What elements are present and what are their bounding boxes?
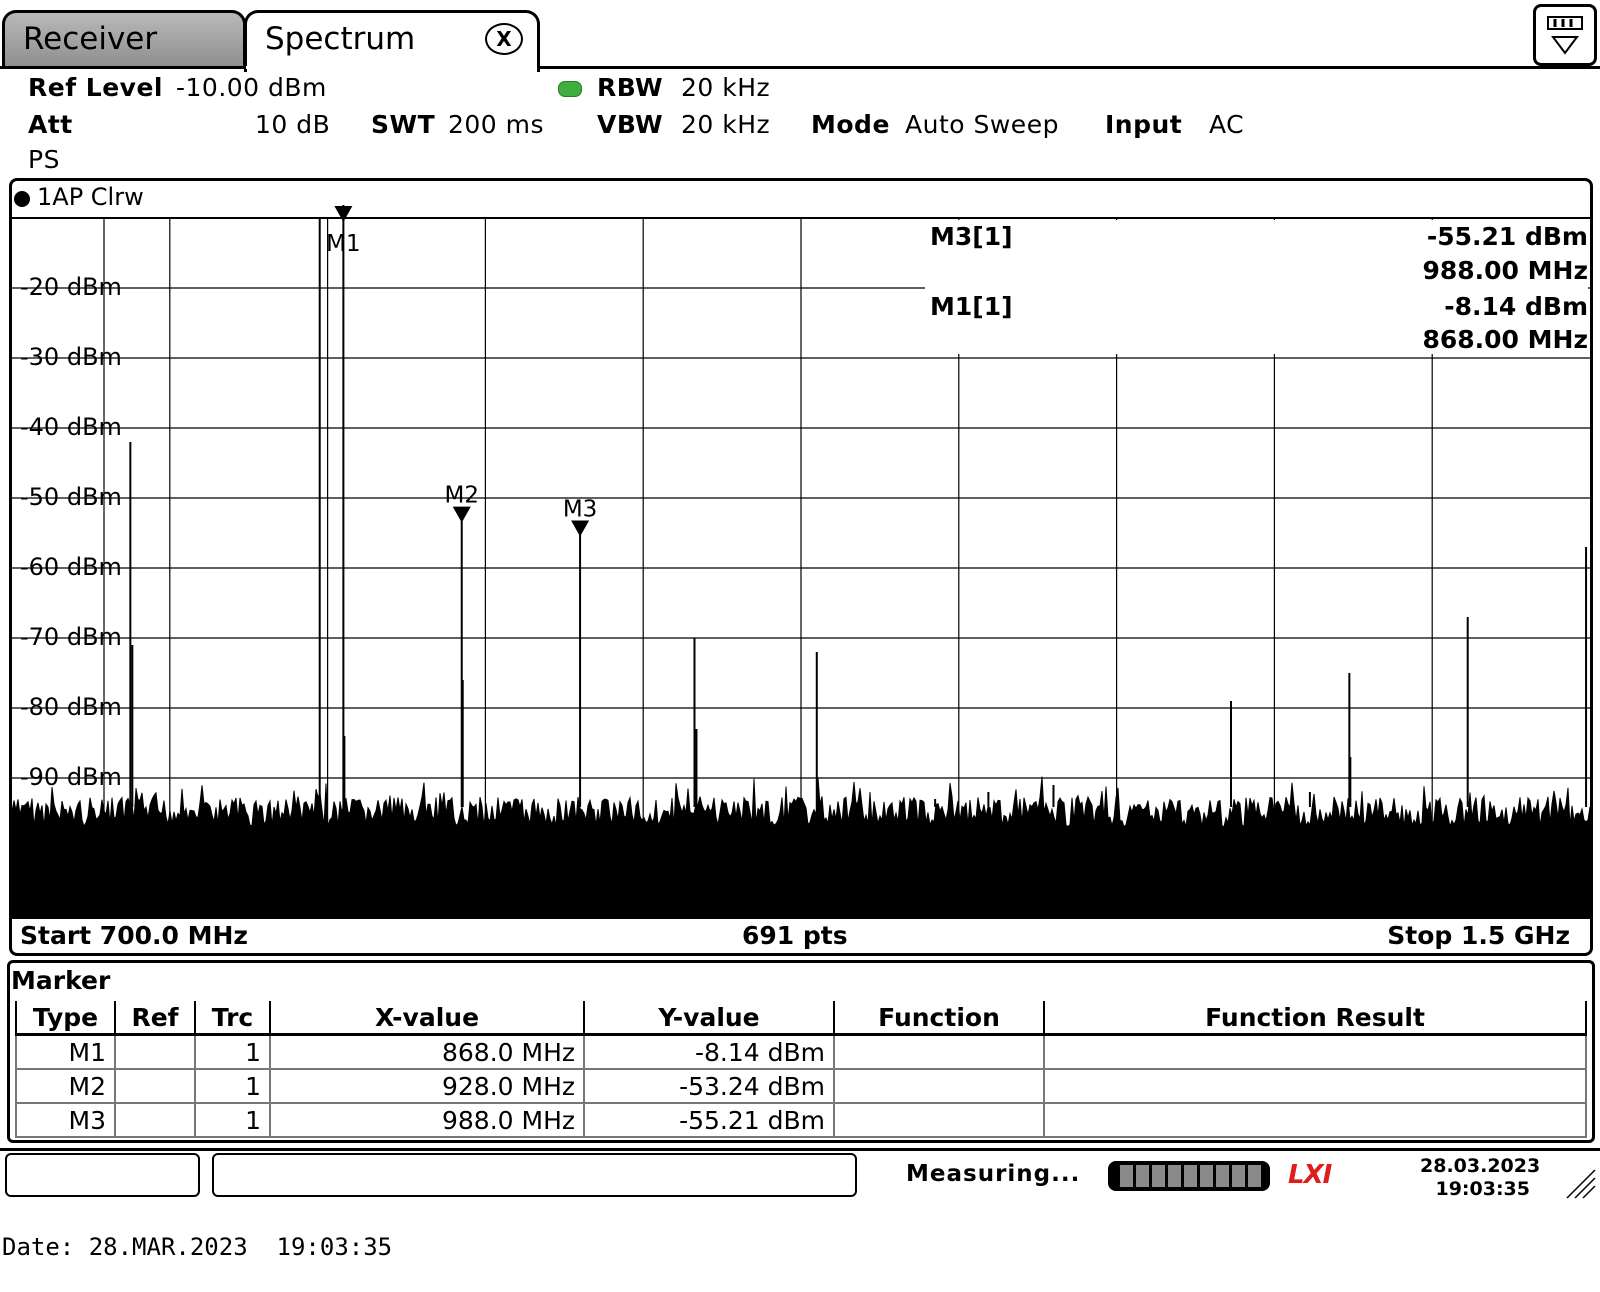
progress-segment: [1120, 1165, 1133, 1187]
table-row[interactable]: M3 1 988.0 MHz -55.21 dBm: [15, 1102, 1587, 1138]
col-header-trc: Trc: [194, 1001, 271, 1036]
marker-info-level: -55.21 dBm: [1426, 222, 1588, 251]
progress-segment: [1248, 1165, 1261, 1187]
table-row[interactable]: M2 1 928.0 MHz -53.24 dBm: [15, 1068, 1587, 1104]
y-tick-label: -30 dBm: [20, 343, 122, 371]
cell-function: [833, 1033, 1045, 1070]
status-time: 19:03:35: [1435, 1178, 1530, 1200]
marker-table: Type Ref Trc X-value Y-value Function Fu…: [15, 1001, 1587, 1138]
cell-x-value: 928.0 MHz: [269, 1068, 585, 1104]
col-header-ref: Ref: [114, 1001, 196, 1036]
cell-function: [833, 1068, 1045, 1104]
cell-trc: 1: [194, 1102, 271, 1138]
sweep-points[interactable]: 691 pts: [742, 921, 848, 950]
cell-type: M2: [15, 1068, 116, 1104]
col-header-function-result: Function Result: [1043, 1001, 1587, 1036]
cell-function: [833, 1102, 1045, 1138]
table-row[interactable]: M1 1 868.0 MHz -8.14 dBm: [15, 1033, 1587, 1070]
start-frequency[interactable]: Start 700.0 MHz: [20, 921, 248, 950]
marker-m3-label: M3: [563, 496, 597, 522]
marker-m2-label: M2: [444, 483, 478, 509]
lxi-logo: LXI: [1288, 1160, 1332, 1190]
marker-info-freq: 988.00 MHz: [1422, 256, 1588, 285]
progress-segment: [1168, 1165, 1181, 1187]
cell-type: M1: [15, 1033, 116, 1070]
marker-m3-icon: [571, 520, 590, 537]
cell-ref: [114, 1033, 196, 1070]
marker-info-name: M1[1]: [930, 292, 1013, 321]
cell-y-value: -55.21 dBm: [583, 1102, 835, 1138]
cell-y-value: -53.24 dBm: [583, 1068, 835, 1104]
marker-info-freq: 868.00 MHz: [1422, 325, 1588, 354]
cell-y-value: -8.14 dBm: [583, 1033, 835, 1070]
y-tick-label: -50 dBm: [20, 483, 122, 511]
progress-bar: [1108, 1161, 1270, 1191]
progress-segment: [1152, 1165, 1165, 1187]
cell-ref: [114, 1102, 196, 1138]
marker-m1-icon: [334, 206, 353, 222]
cell-function-result: [1043, 1102, 1587, 1138]
status-field-2[interactable]: [212, 1153, 857, 1197]
marker-m1-label: M1: [326, 231, 360, 257]
status-datetime: 28.03.2023 19:03:35: [1420, 1155, 1541, 1201]
progress-segment: [1136, 1165, 1149, 1187]
col-header-type: Type: [15, 1001, 116, 1036]
status-date: 28.03.2023: [1420, 1155, 1541, 1177]
cell-type: M3: [15, 1102, 116, 1138]
cell-function-result: [1043, 1068, 1587, 1104]
cell-ref: [114, 1068, 196, 1104]
stop-frequency[interactable]: Stop 1.5 GHz: [1387, 921, 1570, 950]
spectrum-chart[interactable]: M1 M2 M3: [0, 0, 1600, 960]
col-header-x-value: X-value: [269, 1001, 585, 1036]
y-tick-label: -80 dBm: [20, 693, 122, 721]
print-date: Date: 28.MAR.2023 19:03:35: [2, 1233, 393, 1261]
cell-x-value: 988.0 MHz: [269, 1102, 585, 1138]
y-tick-label: -60 dBm: [20, 553, 122, 581]
col-header-function: Function: [833, 1001, 1045, 1036]
progress-segment: [1200, 1165, 1213, 1187]
col-header-y-value: Y-value: [583, 1001, 835, 1036]
marker-table-title: Marker: [11, 966, 111, 995]
y-tick-label: -20 dBm: [20, 273, 122, 301]
status-field-1[interactable]: [5, 1153, 200, 1197]
y-tick-label: -90 dBm: [20, 763, 122, 791]
status-text: Measuring...: [906, 1161, 1081, 1187]
cell-trc: 1: [194, 1033, 271, 1070]
cell-function-result: [1043, 1033, 1587, 1070]
marker-info-name: M3[1]: [930, 222, 1013, 251]
marker-info-level: -8.14 dBm: [1444, 292, 1588, 321]
progress-segment: [1184, 1165, 1197, 1187]
y-tick-label: -40 dBm: [20, 413, 122, 441]
cell-trc: 1: [194, 1068, 271, 1104]
y-tick-label: -70 dBm: [20, 623, 122, 651]
progress-segment: [1216, 1165, 1229, 1187]
resize-grip-icon[interactable]: [1565, 1168, 1597, 1200]
marker-m2-icon: [452, 506, 471, 523]
progress-segment: [1232, 1165, 1245, 1187]
cell-x-value: 868.0 MHz: [269, 1033, 585, 1070]
